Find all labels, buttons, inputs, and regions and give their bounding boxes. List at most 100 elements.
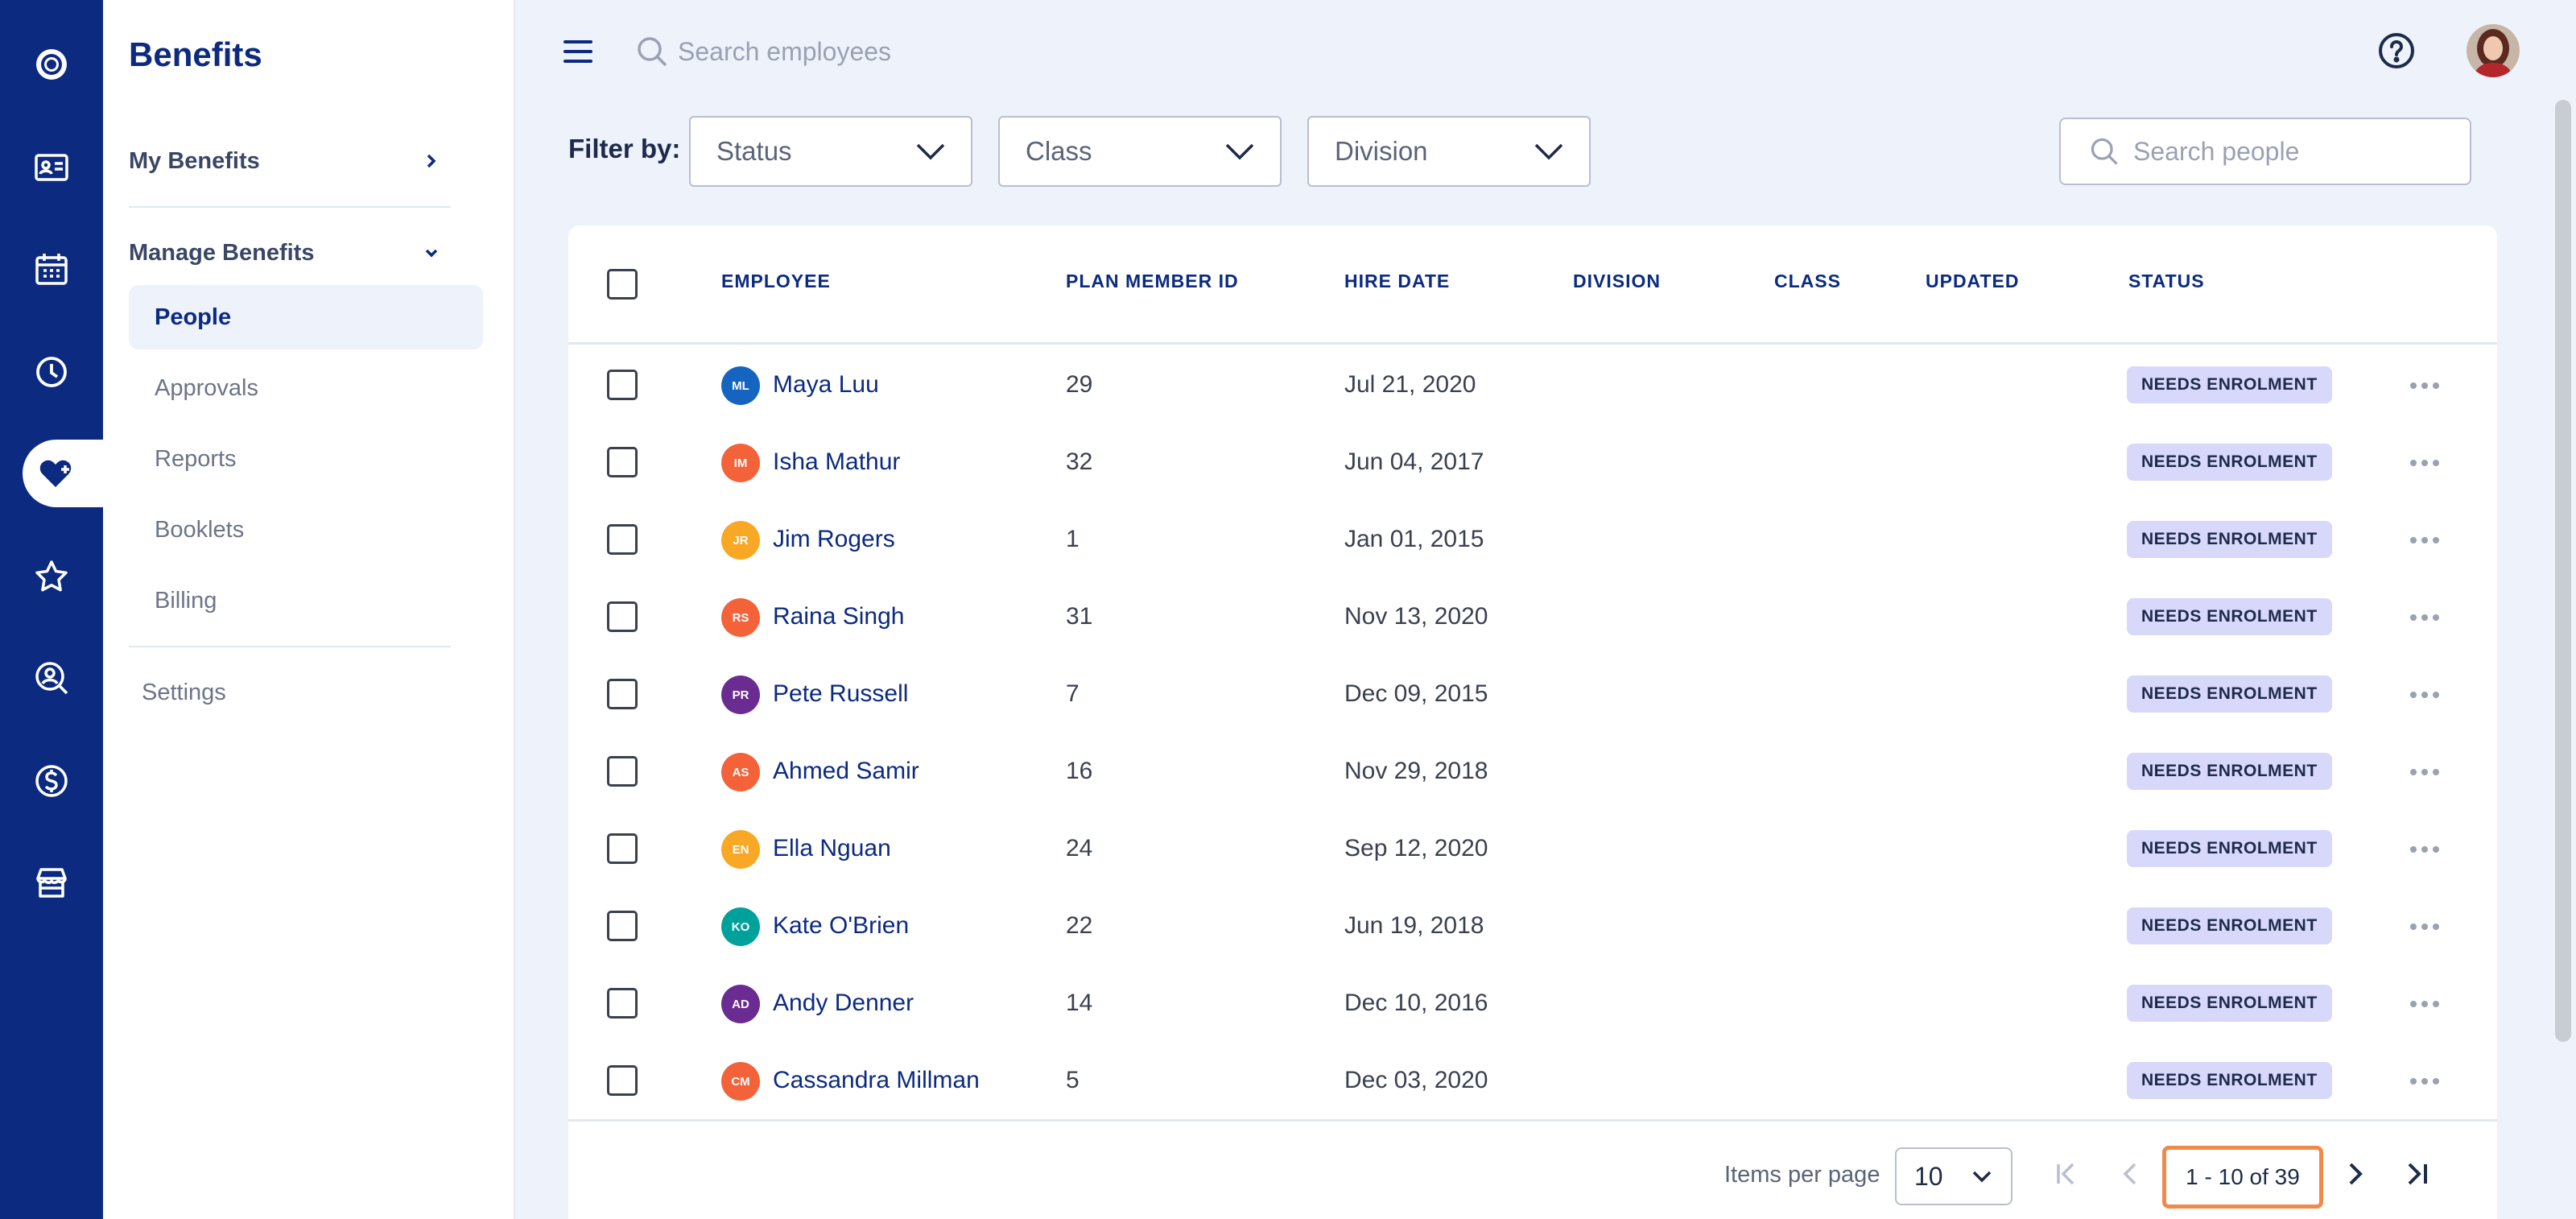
calendar-icon[interactable] (0, 235, 103, 303)
nav-item-label: Reports (155, 445, 237, 472)
help-icon[interactable] (2376, 31, 2417, 71)
chevron-down-icon (1534, 143, 1563, 160)
column-header-division[interactable]: DIVISION (1573, 271, 1661, 292)
table-row[interactable]: RS Raina Singh 31 Nov 13, 2020 NEEDS ENR… (568, 579, 2497, 656)
class-filter-select[interactable]: Class (998, 116, 1282, 187)
store-icon[interactable] (0, 849, 103, 916)
more-actions-icon[interactable] (2410, 769, 2439, 775)
nav-item-billing[interactable]: Billing (129, 568, 483, 633)
more-actions-icon[interactable] (2410, 537, 2439, 543)
plan-member-id: 14 (1066, 990, 1093, 1016)
employee-name-link[interactable]: Raina Singh (773, 603, 904, 630)
nav-item-reports[interactable]: Reports (129, 427, 483, 491)
division-filter-select[interactable]: Division (1307, 116, 1591, 187)
nav-item-people[interactable]: People (129, 285, 483, 349)
employee-name-link[interactable]: Ahmed Samir (773, 758, 919, 785)
table-row[interactable]: IM Isha Mathur 32 Jun 04, 2017 NEEDS ENR… (568, 424, 2497, 502)
menu-icon[interactable] (564, 40, 592, 63)
nav-item-label: People (155, 304, 232, 330)
hire-date: Nov 29, 2018 (1344, 758, 1488, 784)
nav-item-settings[interactable]: Settings (142, 680, 226, 706)
status-badge: NEEDS ENROLMENT (2127, 985, 2332, 1022)
row-checkbox[interactable] (607, 1065, 638, 1096)
more-actions-icon[interactable] (2410, 1001, 2439, 1007)
star-icon[interactable] (0, 543, 103, 610)
more-actions-icon[interactable] (2410, 1078, 2439, 1085)
table-row[interactable]: AS Ahmed Samir 16 Nov 29, 2018 NEEDS ENR… (568, 733, 2497, 811)
column-header-employee[interactable]: EMPLOYEE (721, 271, 831, 292)
items-per-page-select[interactable]: 10 (1895, 1147, 2013, 1205)
nav-item-label: Approvals (155, 374, 258, 401)
more-actions-icon[interactable] (2410, 846, 2439, 853)
select-all-checkbox[interactable] (607, 269, 638, 300)
column-header-plan-member-id[interactable]: PLAN MEMBER ID (1066, 271, 1239, 292)
next-page-icon[interactable] (2334, 1154, 2375, 1194)
previous-page-icon[interactable] (2111, 1154, 2151, 1194)
search-employees-input[interactable] (678, 29, 1241, 74)
table-row[interactable]: PR Pete Russell 7 Dec 09, 2015 NEEDS ENR… (568, 656, 2497, 733)
row-checkbox[interactable] (607, 524, 638, 555)
dollar-icon[interactable] (0, 747, 103, 815)
last-page-icon[interactable] (2397, 1154, 2438, 1194)
more-actions-icon[interactable] (2410, 692, 2439, 698)
column-header-hire-date[interactable]: HIRE DATE (1344, 271, 1450, 292)
row-checkbox[interactable] (607, 756, 638, 787)
logo-ring-icon[interactable] (0, 31, 103, 98)
row-checkbox[interactable] (607, 911, 638, 941)
employee-avatar: KO (721, 907, 760, 946)
table-row[interactable]: EN Ella Nguan 24 Sep 12, 2020 NEEDS ENRO… (568, 811, 2497, 888)
row-checkbox[interactable] (607, 679, 638, 709)
clock-icon[interactable] (0, 338, 103, 406)
heart-plus-icon[interactable] (23, 440, 103, 507)
employee-name-link[interactable]: Pete Russell (773, 680, 908, 708)
column-header-status[interactable]: STATUS (2128, 271, 2205, 292)
table-row[interactable]: CM Cassandra Millman 5 Dec 03, 2020 NEED… (568, 1043, 2497, 1120)
nav-section-my-benefits[interactable]: My Benefits (129, 137, 451, 185)
employee-avatar: JR (721, 521, 760, 560)
employee-name-link[interactable]: Maya Luu (773, 371, 879, 399)
search-people-input[interactable] (2133, 136, 2455, 167)
page-range-indicator: 1 - 10 of 39 (2162, 1146, 2323, 1209)
user-avatar[interactable] (2467, 24, 2520, 77)
employee-name-link[interactable]: Kate O'Brien (773, 912, 909, 940)
table-row[interactable]: KO Kate O'Brien 22 Jun 19, 2018 NEEDS EN… (568, 888, 2497, 965)
column-header-updated[interactable]: UPDATED (1926, 271, 2019, 292)
table-row[interactable]: ML Maya Luu 29 Jul 21, 2020 NEEDS ENROLM… (568, 347, 2497, 424)
plan-member-id: 29 (1066, 371, 1093, 398)
employee-name-link[interactable]: Ella Nguan (773, 835, 891, 862)
search-icon (638, 37, 667, 67)
table-row[interactable]: JR Jim Rogers 1 Jan 01, 2015 NEEDS ENROL… (568, 502, 2497, 579)
row-checkbox[interactable] (607, 833, 638, 864)
employee-name-link[interactable]: Andy Denner (773, 990, 914, 1017)
nav-item-approvals[interactable]: Approvals (129, 356, 483, 420)
row-checkbox[interactable] (607, 988, 638, 1019)
more-actions-icon[interactable] (2410, 614, 2439, 621)
table-row[interactable]: AD Andy Denner 14 Dec 10, 2016 NEEDS ENR… (568, 965, 2497, 1043)
more-actions-icon[interactable] (2410, 924, 2439, 930)
employee-name-link[interactable]: Jim Rogers (773, 526, 895, 553)
nav-item-booklets[interactable]: Booklets (129, 498, 483, 562)
employee-avatar: PR (721, 676, 760, 714)
row-checkbox[interactable] (607, 370, 638, 400)
employee-name-link[interactable]: Isha Mathur (773, 448, 900, 476)
chevron-down-icon (916, 143, 945, 160)
row-checkbox[interactable] (607, 601, 638, 632)
status-badge: NEEDS ENROLMENT (2127, 676, 2332, 713)
nav-section-manage-benefits[interactable]: Manage Benefits (129, 229, 451, 277)
select-value: 10 (1914, 1161, 1943, 1191)
people-table: EMPLOYEE PLAN MEMBER ID HIRE DATE DIVISI… (568, 225, 2497, 1219)
more-actions-icon[interactable] (2410, 460, 2439, 466)
people-search-icon[interactable] (0, 644, 103, 712)
employee-avatar: ML (721, 366, 760, 405)
status-filter-select[interactable]: Status (689, 116, 972, 187)
vertical-scrollbar[interactable] (2555, 100, 2571, 1042)
id-card-icon[interactable] (0, 134, 103, 201)
plan-member-id: 7 (1066, 680, 1080, 707)
employee-name-link[interactable]: Cassandra Millman (773, 1067, 980, 1094)
search-people-field[interactable] (2059, 118, 2471, 185)
employee-avatar: AD (721, 985, 760, 1023)
column-header-class[interactable]: CLASS (1774, 271, 1841, 292)
more-actions-icon[interactable] (2410, 382, 2439, 389)
first-page-icon[interactable] (2046, 1154, 2087, 1194)
row-checkbox[interactable] (607, 447, 638, 477)
